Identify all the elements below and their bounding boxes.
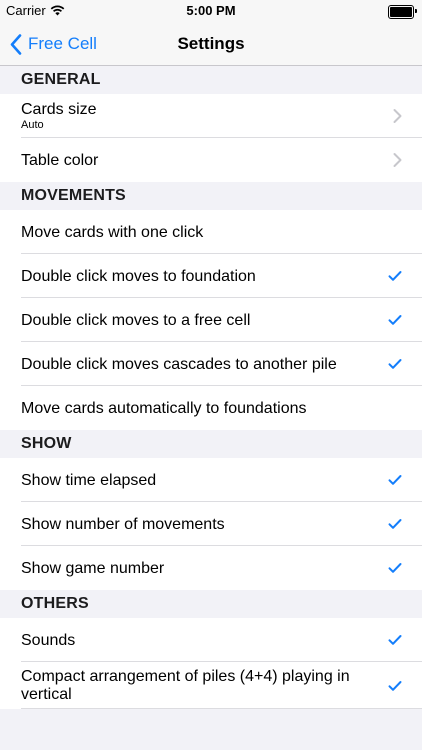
setting-label: Move cards automatically to foundations [21,399,307,417]
setting-row-game-number[interactable]: Show game number [0,546,422,590]
setting-row-double-click-foundation[interactable]: Double click moves to foundation [0,254,422,298]
checkmark-accessory [388,563,402,574]
section-header-general: GENERAL [0,66,422,94]
setting-row-cards-size[interactable]: Cards size Auto [0,94,422,138]
setting-row-double-click-free-cell[interactable]: Double click moves to a free cell [0,298,422,342]
checkmark-icon [388,635,402,645]
checkmark-icon [388,680,402,691]
chevron-left-icon [10,33,22,55]
checkmark-accessory [388,315,402,326]
setting-value: Auto [21,119,44,131]
checkmark-accessory [388,635,402,646]
checkmark-accessory [388,680,402,691]
status-time: 5:00 PM [186,3,236,18]
chevron-right-icon [393,153,402,167]
section-header-show: SHOW [0,430,422,458]
setting-label: Compact arrangement of piles (4+4) playi… [21,667,350,703]
navigation-bar: Free Cell Settings [0,22,422,66]
back-button-label: Free Cell [28,34,97,53]
checkmark-icon [388,271,402,281]
checkmark-icon [388,563,402,573]
settings-list: GENERAL Cards size Auto Table color MOVE… [0,66,422,709]
setting-row-time-elapsed[interactable]: Show time elapsed [0,458,422,502]
checkmark-accessory [388,271,402,282]
disclosure-accessory [393,109,402,124]
setting-row-one-click[interactable]: Move cards with one click [0,210,422,254]
setting-label: Show game number [21,559,165,577]
section-header-movements: MOVEMENTS [0,182,422,210]
checkmark-accessory [388,475,402,486]
disclosure-accessory [393,153,402,168]
setting-row-double-click-cascades[interactable]: Double click moves cascades to another p… [0,342,422,386]
setting-label: Double click moves to foundation [21,267,256,285]
chevron-right-icon [393,109,402,123]
checkmark-icon [388,315,402,325]
setting-label: Sounds [21,631,76,649]
checkmark-accessory [388,519,402,530]
setting-label: Show time elapsed [21,471,157,489]
setting-label: Cards size [21,101,97,118]
setting-label: Table color [21,151,99,169]
checkmark-icon [388,519,402,529]
checkmark-accessory [388,359,402,370]
back-button[interactable]: Free Cell [10,22,97,66]
setting-label: Double click moves to a free cell [21,311,251,329]
setting-label: Move cards with one click [21,223,204,241]
setting-row-auto-foundations[interactable]: Move cards automatically to foundations [0,386,422,430]
battery-icon [388,5,417,19]
checkmark-icon [388,359,402,369]
setting-row-sounds[interactable]: Sounds [0,618,422,662]
status-bar: Carrier 5:00 PM [0,0,422,22]
checkmark-icon [388,475,402,485]
section-header-others: OTHERS [0,590,422,618]
setting-row-table-color[interactable]: Table color [0,138,422,182]
setting-label: Double click moves cascades to another p… [21,355,337,373]
setting-row-number-movements[interactable]: Show number of movements [0,502,422,546]
setting-label: Show number of movements [21,515,225,533]
setting-row-compact-arrangement[interactable]: Compact arrangement of piles (4+4) playi… [0,662,422,709]
